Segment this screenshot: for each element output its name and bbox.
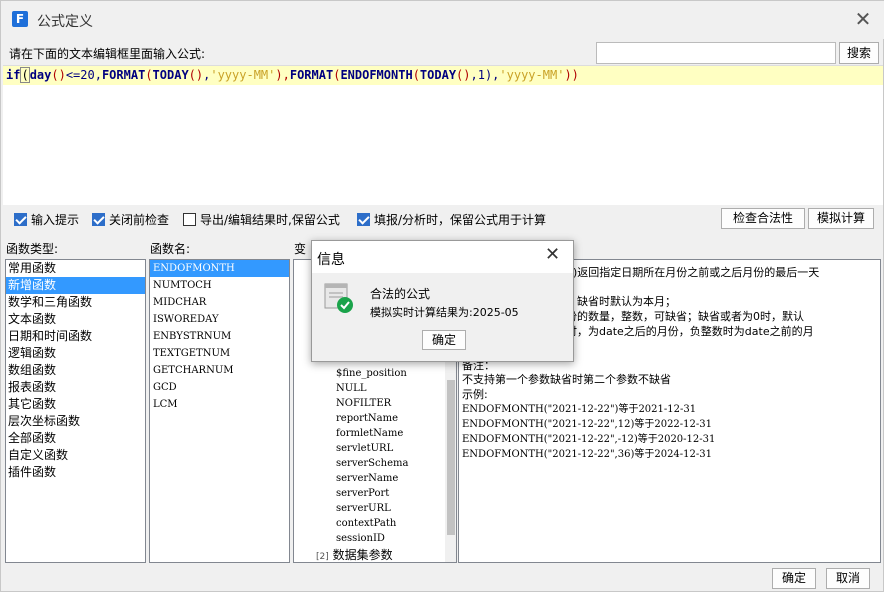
formula-token: TODAY [419,68,457,82]
description-line: ENDOFMONTH("2021-12-22",36)等于2024-12-31 [462,449,712,460]
formula-token: () [188,68,204,82]
function-item[interactable]: GETCHARNUM [150,362,289,379]
formula-token: ( [412,68,420,82]
category-item[interactable]: 层次坐标函数 [6,413,145,430]
category-item[interactable]: 日期和时间函数 [6,328,145,345]
validate-button[interactable]: 检查合法性 [721,208,805,229]
variable-item[interactable]: $fine_position [336,368,407,379]
formula-token: 'yyyy-MM' [499,68,565,82]
scrollbar-thumb[interactable] [447,380,455,535]
formula-token: if [6,68,21,82]
function-item[interactable]: LCM [150,396,289,413]
formula-token: ENDOFMONTH [340,68,413,82]
function-item[interactable]: TEXTGETNUM [150,345,289,362]
variable-item[interactable]: contextPath [336,518,396,529]
formula-token: () [456,68,471,82]
variable-item[interactable]: servletURL [336,443,393,454]
variables-label: 变 [294,242,307,256]
category-item[interactable]: 自定义函数 [6,447,145,464]
function-item[interactable]: ENBYSTRNUM [150,328,289,345]
title-bar: F 公式定义 ✕ [1,1,884,39]
formula-line[interactable]: if(day()<=20,FORMAT(TODAY(),'yyyy-MM'),F… [3,66,883,85]
tree-node-icon: [2] [316,552,329,562]
variable-item[interactable]: serverURL [336,503,391,514]
dialog-ok-button[interactable]: 确定 [422,330,466,350]
formula-definition-window: F 公式定义 ✕ 请在下面的文本编辑框里面输入公式: 搜索 if(day()<=… [0,0,884,592]
category-item[interactable]: 报表函数 [6,379,145,396]
function-name-label: 函数名: [150,242,191,256]
formula-token: () [51,68,66,82]
description-line: 后月份的数量，整数，可缺省；缺省或者为0时，默认 [544,310,804,323]
function-item[interactable]: ENDOFMONTH [150,260,289,277]
description-line: 不支持第一个参数缺省时第二个参数不缺省 [462,373,671,386]
category-item[interactable]: 全部函数 [6,430,145,447]
close-icon[interactable]: ✕ [853,9,873,30]
dialog-body: 合法的公式 模拟实时计算结果为:2025-05 确定 [312,273,573,361]
category-item[interactable]: 常用函数 [6,260,145,277]
check-before-close-checkbox[interactable]: 关闭前检查 [92,211,169,227]
variable-item[interactable]: formletName [336,428,403,439]
formula-token: ( [145,68,153,82]
formula-token: FORMAT [289,68,334,82]
description-line: ENDOFMONTH("2021-12-22")等于2021-12-31 [462,404,697,415]
search-input[interactable] [596,42,836,64]
category-item[interactable]: 数学和三角函数 [6,294,145,311]
formula-token: FORMAT [101,68,146,82]
variable-item[interactable]: serverPort [336,488,389,499]
function-item[interactable]: MIDCHAR [150,294,289,311]
editor-prompt-label: 请在下面的文本编辑框里面输入公式: [9,47,206,61]
formula-editor[interactable]: if(day()<=20,FORMAT(TODAY(),'yyyy-MM'),F… [3,65,883,205]
app-logo-icon: F [12,11,28,27]
info-dialog: 信息 ✕ 合法的公式 模拟实时计算结果为:2025-05 确定 [311,240,574,362]
function-item[interactable]: ISWOREDAY [150,311,289,328]
description-line: ENDOFMONTH("2021-12-22",12)等于2022-12-31 [462,419,712,430]
category-item[interactable]: 其它函数 [6,396,145,413]
checkbox-checked-icon [92,212,105,226]
formula-token: )) [564,68,579,82]
category-item[interactable]: 插件函数 [6,464,145,481]
simulate-button[interactable]: 模拟计算 [808,208,874,229]
cancel-button[interactable]: 取消 [826,568,870,589]
search-button[interactable]: 搜索 [839,42,879,64]
variable-item[interactable]: sessionID [336,533,385,544]
formula-token: TODAY [152,68,189,82]
formula-token: day [29,68,52,82]
variable-item[interactable]: reportName [336,413,398,424]
category-item[interactable]: 新增函数 [6,277,145,294]
keep-formula-on-export-checkbox[interactable]: 导出/编辑结果时,保留公式 [183,211,340,227]
window-title: 公式定义 [37,14,93,30]
description-line: mber)返回指定日期所在月份之前或之后月份的最后一天 [544,266,820,279]
checkbox-unchecked-icon [183,212,196,226]
formula-token: 'yyyy-MM' [210,68,276,82]
formula-token: ( [20,67,30,83]
checkbox-checked-icon [14,212,27,226]
checkbox-checked-icon [357,212,370,226]
description-line: ENDOFMONTH("2021-12-22",-12)等于2020-12-31 [462,434,716,445]
category-item[interactable]: 数组函数 [6,362,145,379]
formula-token: <=20, [65,68,102,82]
function-type-label: 函数类型: [6,242,59,256]
function-name-list[interactable]: ENDOFMONTH NUMTOCH MIDCHAR ISWOREDAY ENBYSTR… [149,259,290,563]
input-hint-checkbox[interactable]: 输入提示 [14,211,79,227]
description-line: 整数时，为date之后的月份，负整数时为date之前的月 [544,325,814,338]
category-item[interactable]: 逻辑函数 [6,345,145,362]
dataset-params-node[interactable]: [2] 数据集参数 [316,546,393,562]
function-item[interactable]: GCD [150,379,289,396]
variable-item[interactable]: NULL [336,383,366,394]
formula-token: ), [275,68,290,82]
variable-item[interactable]: serverSchema [336,458,408,469]
variable-item[interactable]: serverName [336,473,398,484]
formula-token: ,1), [470,68,500,82]
keep-formula-on-fill-checkbox[interactable]: 填报/分析时，保留公式用于计算 [357,211,546,227]
function-item[interactable]: NUMTOCH [150,277,289,294]
dialog-result: 模拟实时计算结果为:2025-05 [370,306,519,319]
variable-item[interactable]: NOFILTER [336,398,391,409]
function-category-list[interactable]: 常用函数 新增函数 数学和三角函数 文本函数 日期和时间函数 逻辑函数 数组函数 报表函数 其它… [5,259,146,563]
ok-button[interactable]: 确定 [772,568,816,589]
success-check-icon [324,283,353,313]
dialog-title: 信息 [317,252,345,268]
dialog-message: 合法的公式 [370,287,431,301]
category-item[interactable]: 文本函数 [6,311,145,328]
dialog-close-icon[interactable]: ✕ [545,246,560,264]
